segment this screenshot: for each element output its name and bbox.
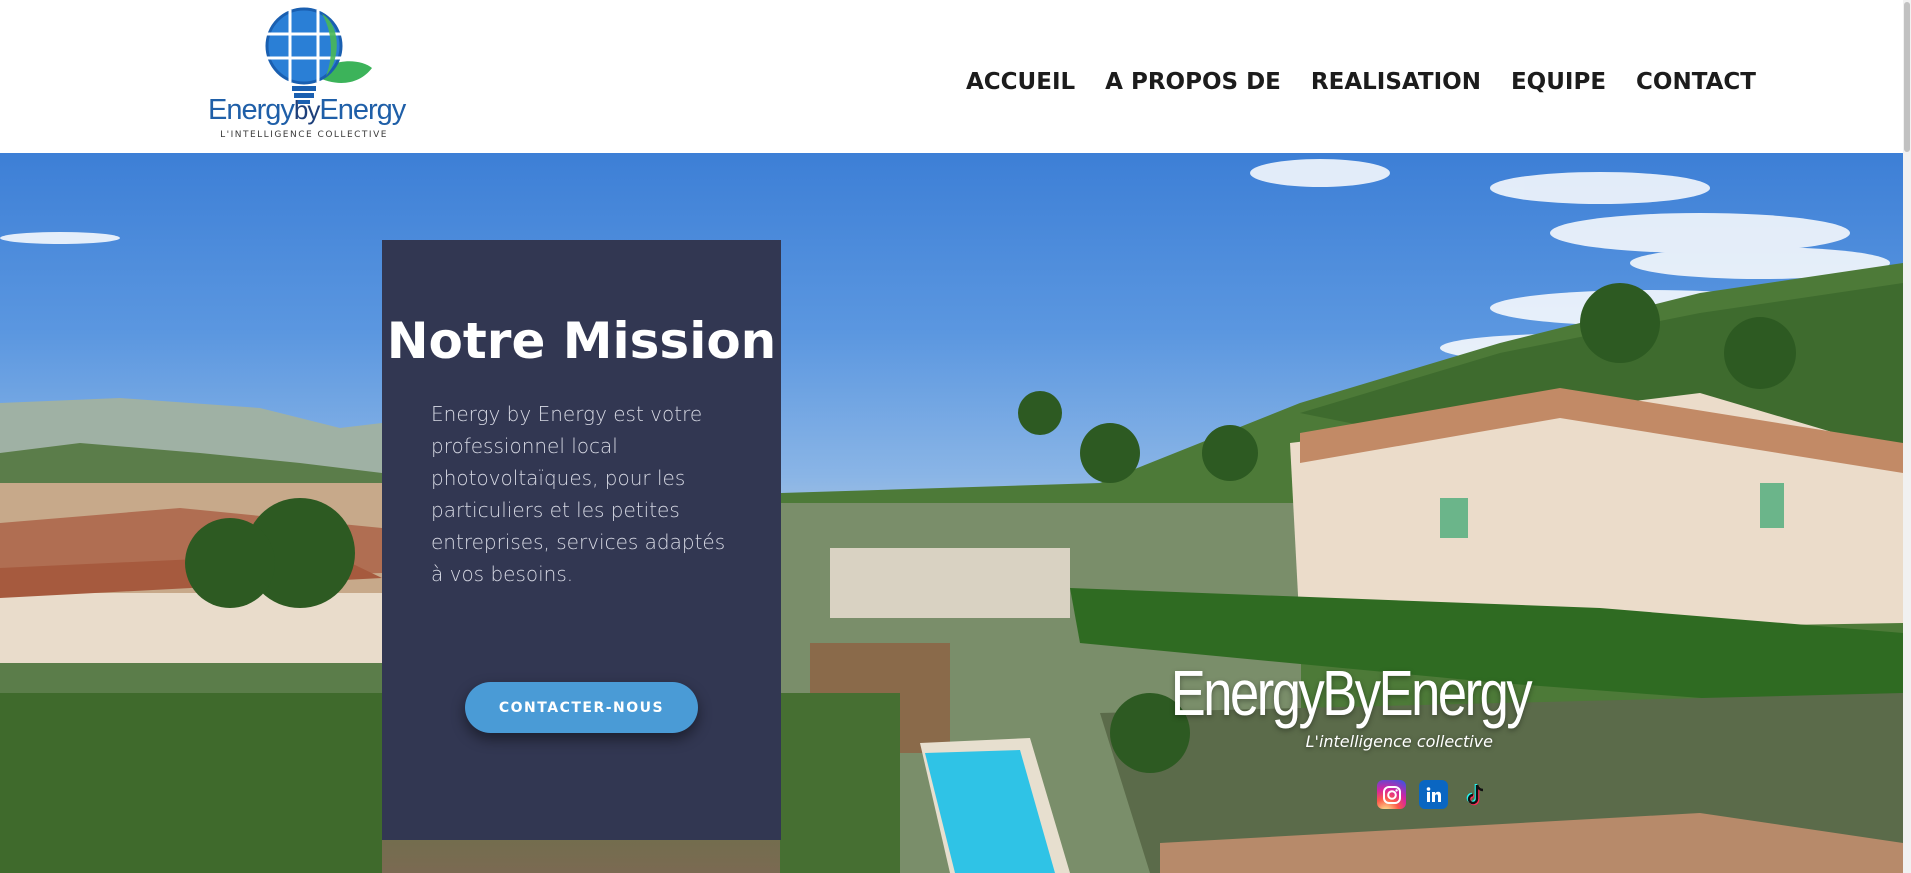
nav-a-propos[interactable]: A PROPOS DE — [1105, 64, 1281, 100]
instagram-icon[interactable] — [1377, 780, 1406, 809]
brand-name: EnergyByEnergy — [1170, 657, 1533, 729]
nav-realisation[interactable]: REALISATION — [1311, 64, 1481, 100]
nav-contact[interactable]: CONTACT — [1636, 64, 1756, 100]
mission-title: Notre Mission — [386, 312, 777, 370]
nav-accueil[interactable]: ACCUEIL — [966, 64, 1075, 100]
solar-bulb-leaf-icon — [265, 7, 372, 104]
tiktok-icon[interactable] — [1461, 780, 1490, 809]
nav-equipe[interactable]: EQUIPE — [1511, 64, 1606, 100]
logo-wordmark: EnergybyEnergy — [208, 94, 406, 126]
contact-us-button[interactable]: CONTACTER-NOUS — [465, 682, 698, 733]
page-scrollbar[interactable] — [1903, 0, 1911, 873]
scrollbar-thumb[interactable] — [1904, 2, 1910, 152]
mission-card: Notre Mission Energy by Energy est votre… — [382, 240, 781, 840]
linkedin-icon[interactable] — [1419, 780, 1448, 809]
mission-description: Energy by Energy est votre professionnel… — [431, 402, 726, 586]
logo-tagline: L'INTELLIGENCE COLLECTIVE — [220, 130, 388, 140]
hero-section: Notre Mission Energy by Energy est votre… — [0, 153, 1903, 873]
social-links — [1377, 780, 1490, 810]
site-logo[interactable]: EnergybyEnergy L'INTELLIGENCE COLLECTIVE — [208, 6, 406, 144]
brand-tagline: L'intelligence collective — [1305, 732, 1493, 751]
site-header: EnergybyEnergy L'INTELLIGENCE COLLECTIVE… — [0, 0, 1903, 153]
hero-brand: EnergyByEnergy L'intelligence collective — [1100, 657, 1533, 751]
hero-background-image — [0, 159, 1903, 873]
main-nav: ACCUEIL A PROPOS DE REALISATION EQUIPE C… — [966, 64, 1756, 100]
